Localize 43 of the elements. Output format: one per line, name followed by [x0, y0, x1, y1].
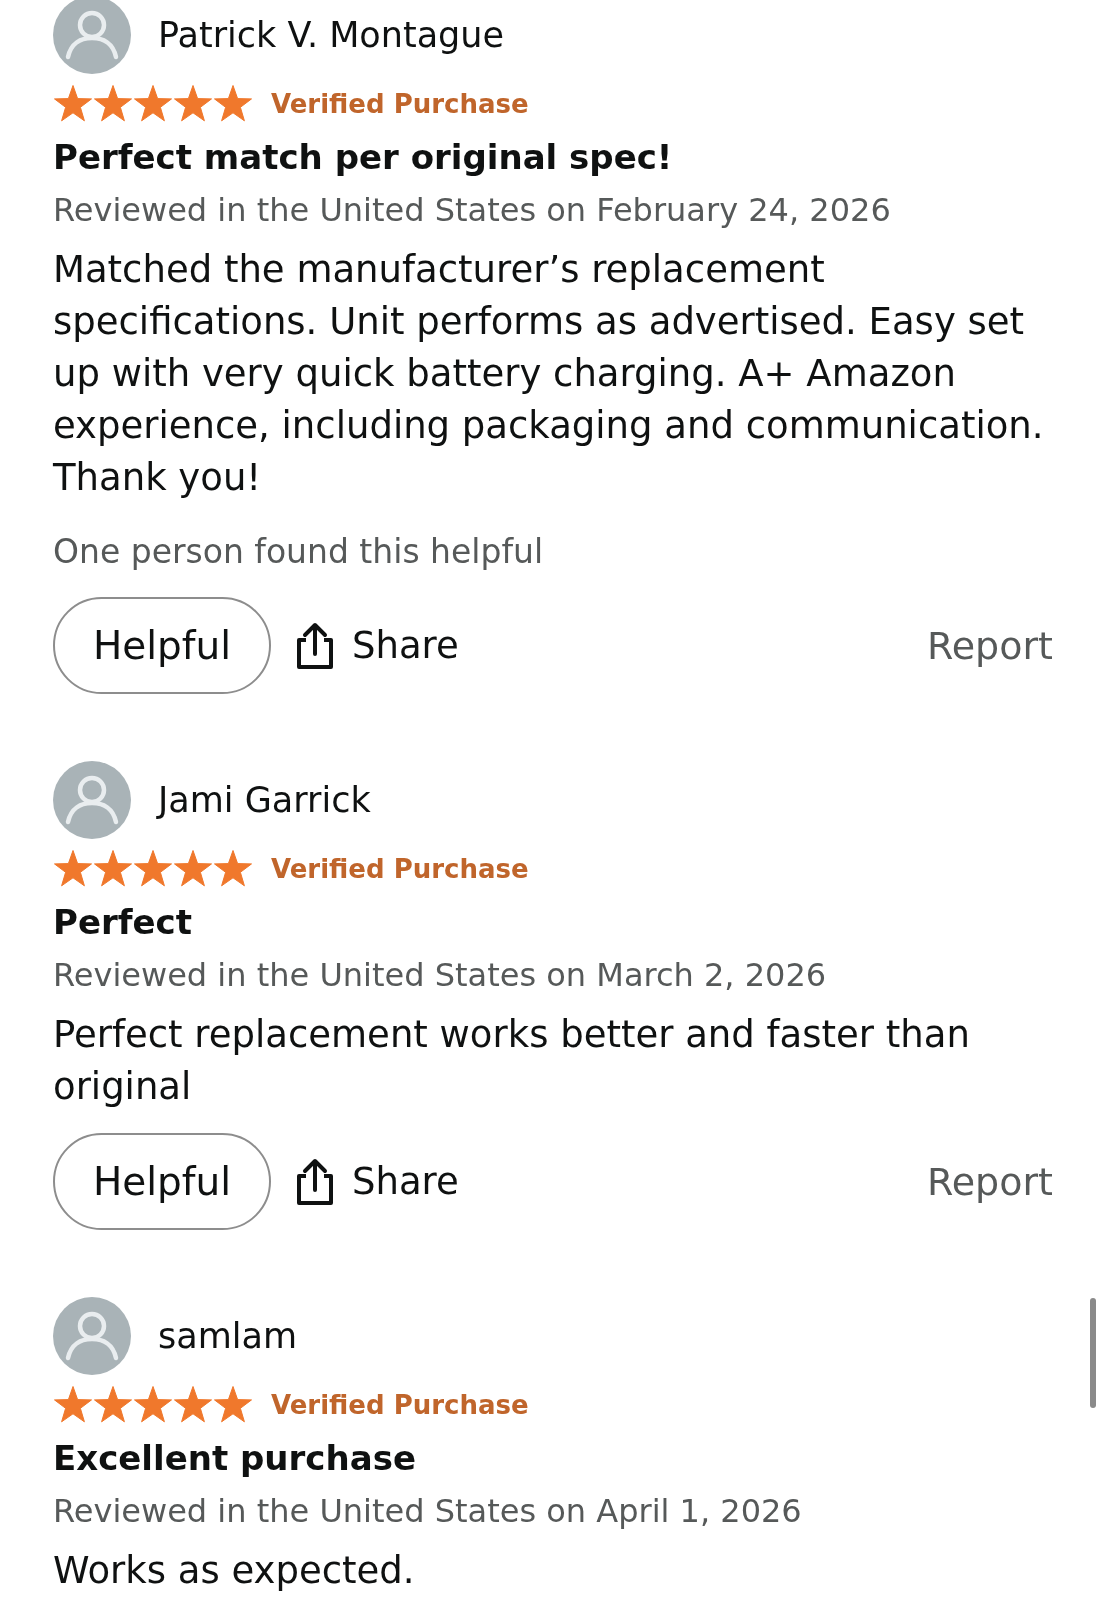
helpful-button[interactable]: Helpful: [53, 1133, 271, 1230]
reviewer-name: Patrick V. Montague: [158, 14, 505, 57]
star-icon: [133, 849, 173, 889]
helpful-button[interactable]: Helpful: [53, 597, 271, 694]
star-icon: [93, 84, 133, 124]
report-link[interactable]: Report: [927, 622, 1053, 669]
reviewer-name: Jami Garrick: [158, 779, 371, 822]
star-icon: [213, 849, 253, 889]
review-date: Reviewed in the United States on March 2, 2026: [53, 955, 828, 996]
review-text: Works as expected.: [53, 1548, 416, 1594]
review-text: Perfect replacement works better and faster than original: [53, 1012, 971, 1110]
star-icon: [93, 1385, 133, 1425]
avatar-icon: [53, 1297, 131, 1375]
report-link[interactable]: Report: [927, 1158, 1053, 1205]
review-date: Reviewed in the United States on February 24, 2026: [53, 190, 892, 231]
review-title: Perfect: [53, 901, 193, 944]
star-icon: [53, 1385, 93, 1425]
verified-purchase-label: Verified Purchase: [271, 88, 529, 121]
share-icon: [295, 621, 335, 670]
review-text: Matched the manufacturer’s replacement specifications. Unit performs as advertised. Easy set up with very quick battery charging. A+ Amazon experience, including packaging and communication. Thank you!: [53, 247, 1045, 501]
star-icon: [93, 849, 133, 889]
verified-purchase-label: Verified Purchase: [271, 853, 529, 886]
star-icon: [213, 1385, 253, 1425]
star-icon: [53, 849, 93, 889]
star-icon: [173, 84, 213, 124]
share-icon: [295, 1157, 335, 1206]
share-button[interactable]: Share: [295, 1157, 459, 1206]
scrollbar-thumb[interactable]: [1090, 1298, 1096, 1408]
star-icon: [173, 849, 213, 889]
star-icon: [173, 1385, 213, 1425]
reviewer-name: samlam: [158, 1315, 298, 1358]
verified-purchase-label: Verified Purchase: [271, 1389, 529, 1422]
star-icon: [133, 84, 173, 124]
avatar-icon: [53, 761, 131, 839]
review-date: Reviewed in the United States on April 1, 2026: [53, 1491, 803, 1532]
star-icon: [53, 84, 93, 124]
star-icon: [133, 1385, 173, 1425]
review-title: Perfect match per original spec!: [53, 136, 674, 179]
helpful-count: One person found this helpful: [53, 531, 545, 573]
share-button[interactable]: Share: [295, 621, 459, 670]
star-icon: [213, 84, 253, 124]
avatar-icon: [53, 0, 131, 74]
review-title: Excellent purchase: [53, 1437, 417, 1480]
